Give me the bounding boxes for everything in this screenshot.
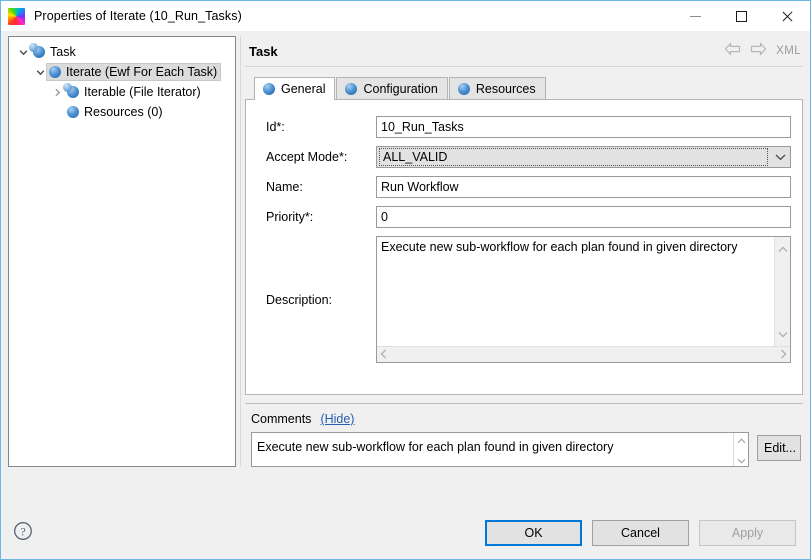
tree-item-label: Task (50, 45, 76, 59)
comments-spinner[interactable] (733, 433, 748, 466)
id-label: Id*: (257, 120, 376, 134)
accept-mode-select[interactable]: ALL_VALID (376, 146, 791, 168)
apply-button: Apply (699, 520, 796, 546)
tab-label: Configuration (363, 82, 437, 96)
maximize-icon (736, 11, 747, 22)
close-icon (781, 10, 794, 23)
header-tools: XML (724, 42, 801, 61)
tree-item-resources[interactable]: Resources (0) (9, 102, 235, 122)
comments-header: Comments (Hide) (247, 412, 801, 426)
tab-strip: General Configuration Resources (245, 76, 803, 99)
chevron-up-icon[interactable] (737, 431, 746, 449)
tab-label: Resources (476, 82, 536, 96)
comments-textarea[interactable]: Execute new sub-workflow for each plan f… (251, 432, 749, 467)
field-row-description: Description: Execute new sub-workflow fo… (257, 236, 791, 363)
tree-item-iterate[interactable]: Iterate (Ewf For Each Task) (9, 62, 235, 82)
window-controls (672, 1, 810, 32)
chevron-down-icon[interactable] (778, 325, 788, 343)
chevron-down-icon[interactable] (737, 451, 746, 469)
sphere-icon (263, 83, 275, 95)
general-tab-panel: Id*: Accept Mode*: ALL_VALID Name: (245, 99, 803, 395)
double-sphere-icon (67, 86, 79, 98)
comments-hide-link[interactable]: (Hide) (320, 412, 354, 426)
arrow-right-icon[interactable] (750, 42, 767, 61)
accept-mode-value: ALL_VALID (379, 148, 768, 166)
comments-label: Comments (251, 412, 311, 426)
field-row-name: Name: (257, 176, 791, 198)
properties-tree[interactable]: Task Iterate (Ewf For Each Task) I (8, 36, 236, 467)
tree-spacer (49, 104, 65, 120)
cancel-button[interactable]: Cancel (592, 520, 689, 546)
section-header: Task XML (245, 36, 803, 66)
chevron-down-icon[interactable] (770, 153, 790, 161)
color-wheel-icon (8, 8, 25, 25)
footer-buttons: OK Cancel Apply (485, 520, 796, 546)
chevron-up-icon[interactable] (778, 240, 788, 258)
comments-section: Comments (Hide) Execute new sub-workflow… (245, 404, 803, 467)
chevron-right-icon[interactable] (780, 346, 787, 364)
tree-item-label: Iterable (File Iterator) (84, 85, 201, 99)
field-row-accept-mode: Accept Mode*: ALL_VALID (257, 146, 791, 168)
tab-configuration[interactable]: Configuration (336, 77, 447, 99)
help-question-icon[interactable]: ? (13, 521, 33, 546)
xml-link[interactable]: XML (776, 45, 801, 57)
comments-value[interactable]: Execute new sub-workflow for each plan f… (252, 433, 733, 466)
tab-label: General (281, 82, 325, 96)
tab-resources[interactable]: Resources (449, 77, 546, 99)
description-label: Description: (257, 236, 376, 363)
dialog-body: Task Iterate (Ewf For Each Task) I (1, 31, 810, 507)
close-button[interactable] (764, 1, 810, 32)
ok-button[interactable]: OK (485, 520, 582, 546)
field-row-id: Id*: (257, 116, 791, 138)
double-sphere-icon (33, 46, 45, 58)
priority-input[interactable] (376, 206, 791, 228)
tree-item-iterable[interactable]: Iterable (File Iterator) (9, 82, 235, 102)
edit-button[interactable]: Edit... (757, 435, 801, 461)
properties-dialog: Properties of Iterate (10_Run_Tasks) (0, 0, 811, 560)
page-title: Task (249, 44, 278, 59)
dialog-footer: ? OK Cancel Apply (1, 507, 810, 559)
sphere-icon (458, 83, 470, 95)
description-value[interactable]: Execute new sub-workflow for each plan f… (377, 237, 774, 346)
minimize-button[interactable] (672, 1, 718, 32)
tree-item-label: Resources (0) (84, 105, 163, 119)
description-horizontal-scrollbar[interactable] (377, 346, 790, 362)
name-input[interactable] (376, 176, 791, 198)
sphere-icon (49, 66, 61, 78)
comments-row: Execute new sub-workflow for each plan f… (247, 432, 801, 467)
field-row-priority: Priority*: (257, 206, 791, 228)
tab-general[interactable]: General (254, 77, 335, 100)
window-title: Properties of Iterate (10_Run_Tasks) (34, 9, 242, 23)
priority-label: Priority*: (257, 210, 376, 224)
minimize-icon (690, 16, 701, 17)
header-divider (245, 66, 803, 67)
description-vertical-scrollbar[interactable] (774, 237, 790, 346)
svg-text:?: ? (20, 524, 25, 538)
tree-item-label: Iterate (Ewf For Each Task) (66, 65, 217, 79)
description-textarea[interactable]: Execute new sub-workflow for each plan f… (376, 236, 791, 363)
maximize-button[interactable] (718, 1, 764, 32)
title-bar: Properties of Iterate (10_Run_Tasks) (1, 0, 810, 31)
sphere-icon (67, 106, 79, 118)
accept-mode-label: Accept Mode*: (257, 150, 376, 164)
tree-item-task[interactable]: Task (9, 42, 235, 62)
sphere-icon (345, 83, 357, 95)
chevron-left-icon[interactable] (380, 346, 387, 364)
id-input[interactable] (376, 116, 791, 138)
detail-pane: Task XML (245, 36, 803, 467)
name-label: Name: (257, 180, 376, 194)
arrow-left-icon[interactable] (724, 42, 741, 61)
